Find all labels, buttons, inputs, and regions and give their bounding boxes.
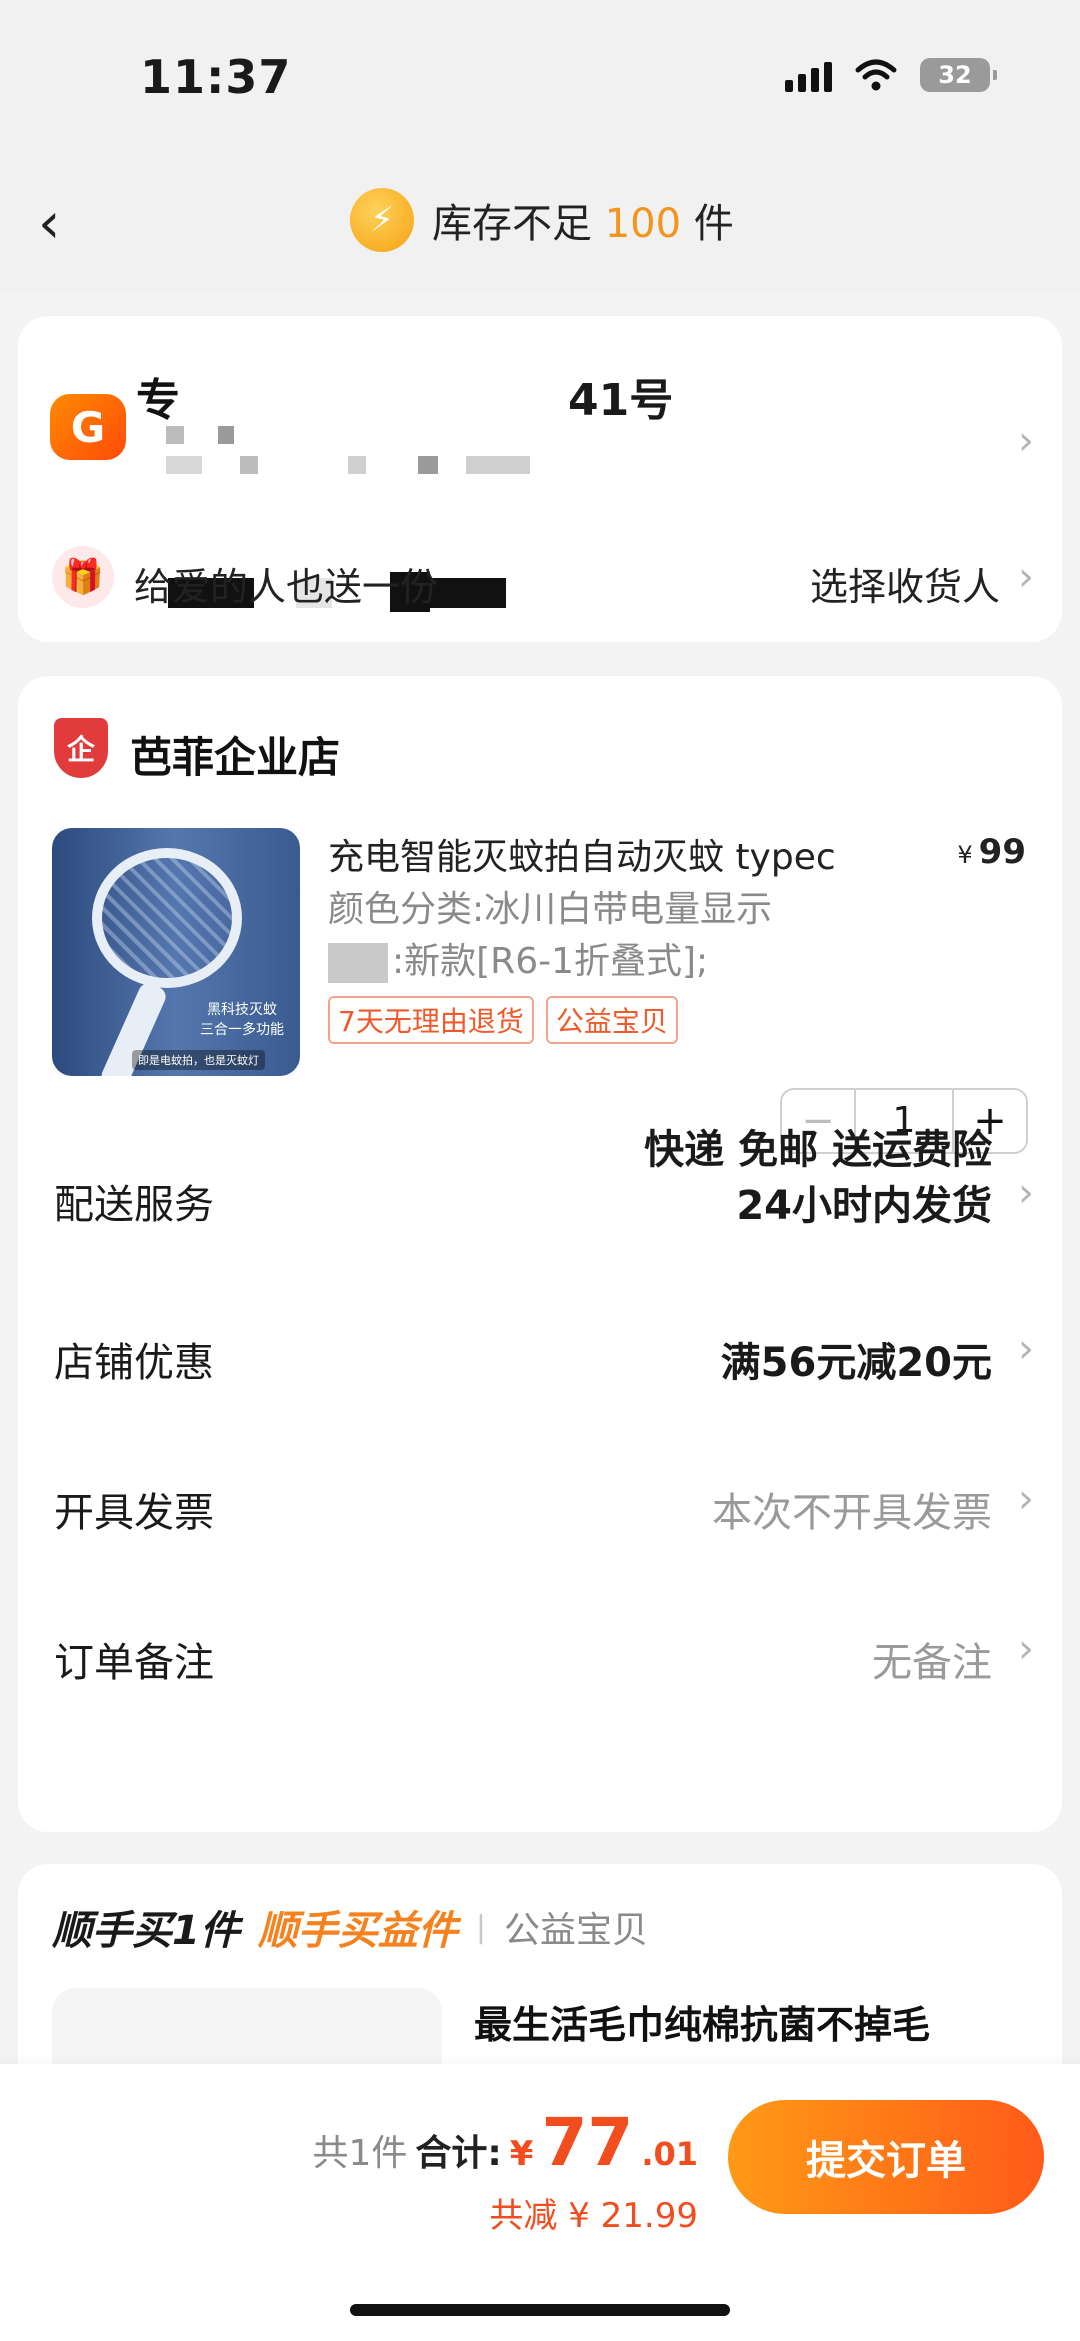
chevron-right-icon: ›	[1018, 1476, 1034, 1522]
checkout-bar: 共1件 合计: ¥ 77 .01 共减 ¥ 21.99 提交订单	[0, 2064, 1080, 2341]
stock-warning: ⚡ 库存不足 100 件	[350, 188, 734, 252]
product-image[interactable]: 黑科技灭蚊 三合一多功能 即是电蚊拍，也是灭蚊灯	[52, 828, 300, 1076]
product-spec[interactable]: 颜色分类:冰川白带电量显示 :新款[R6-1折叠式];	[328, 884, 788, 988]
address-line: 专	[136, 375, 180, 426]
bell-icon: ⚡	[350, 188, 414, 252]
total-label: 合计:	[415, 2133, 502, 2174]
coupon-value[interactable]: 满56元减20元	[721, 1330, 992, 1388]
gift-icon: 🎁	[52, 546, 114, 608]
addon-item-title[interactable]: 最生活毛巾纯棉抗菌不掉毛	[474, 1994, 930, 2049]
battery-icon: 32	[920, 58, 997, 92]
address-card[interactable]: G 专 41号 › 🎁 给爱的人也送一份 选择收货人 ›	[18, 316, 1062, 642]
image-caption: 黑科技灭蚊 三合一多功能	[200, 1002, 284, 1038]
invoice-label: 开具发票	[54, 1490, 214, 1536]
submit-order-button[interactable]: 提交订单	[728, 2100, 1044, 2214]
chevron-right-icon: ›	[1018, 1170, 1034, 1216]
product-tags: 7天无理由退货 公益宝贝	[328, 996, 678, 1044]
top-nav: ‹ ⚡ 库存不足 100 件	[0, 160, 1080, 290]
order-card: 企 芭菲企业店 黑科技灭蚊 三合一多功能 即是电蚊拍，也是灭蚊灯 充电智能灭蚊拍…	[18, 676, 1062, 1832]
addon-header: 顺手买1件 顺手买益件 | 公益宝贝	[52, 1908, 648, 1954]
note-label: 订单备注	[54, 1640, 214, 1686]
redaction	[418, 456, 438, 474]
redaction	[166, 456, 202, 474]
redaction	[430, 578, 506, 608]
shop-name[interactable]: 芭菲企业店	[130, 724, 340, 785]
cellular-signal-icon	[785, 58, 832, 92]
select-recipient-link[interactable]: 选择收货人	[810, 556, 1000, 611]
spec-line-2: :新款[R6-1折叠式];	[328, 936, 788, 988]
redaction	[240, 456, 258, 474]
spec-line-1: 颜色分类:冰川白带电量显示	[328, 889, 773, 930]
currency-symbol: ¥	[509, 2134, 534, 2174]
stock-count: 100	[604, 201, 682, 247]
product-title[interactable]: 充电智能灭蚊拍自动灭蚊 typec	[328, 828, 888, 880]
invoice-value[interactable]: 本次不开具发票	[712, 1480, 992, 1538]
note-value[interactable]: 无备注	[872, 1630, 992, 1688]
status-time: 11:37	[140, 50, 292, 104]
discount-text[interactable]: 共减 ¥ 21.99	[489, 2188, 698, 2237]
total-amount-decimal: .01	[641, 2135, 698, 2173]
redaction	[328, 943, 388, 983]
item-count: 共1件	[312, 2133, 408, 2174]
home-indicator	[350, 2304, 730, 2316]
redaction	[466, 456, 530, 474]
chevron-right-icon: ›	[1018, 1626, 1034, 1672]
redaction	[166, 426, 184, 444]
chevron-right-icon: ›	[1018, 418, 1034, 464]
delivery-label: 配送服务	[54, 1182, 214, 1228]
redaction	[218, 426, 234, 444]
chevron-right-icon: ›	[1018, 1326, 1034, 1372]
total-amount: 77	[541, 2104, 634, 2181]
image-note: 即是电蚊拍，也是灭蚊灯	[132, 1050, 265, 1070]
address-line-end: 41号	[568, 375, 674, 426]
shop-badge-icon: 企	[54, 718, 108, 778]
tag-return-policy: 7天无理由退货	[328, 996, 534, 1044]
tag-charity: 公益宝贝	[545, 996, 678, 1044]
total-line: 共1件 合计: ¥ 77 .01	[312, 2104, 698, 2181]
delivery-value[interactable]: 快递 免邮 送运费险 24小时内发货	[644, 1122, 992, 1234]
redaction	[348, 456, 366, 474]
racket-illustration	[92, 848, 242, 988]
coupon-label: 店铺优惠	[54, 1340, 214, 1386]
chevron-right-icon: ›	[1018, 554, 1034, 600]
page-title: 库存不足 100 件	[432, 201, 734, 247]
back-icon[interactable]: ‹	[38, 194, 88, 254]
wifi-icon	[855, 59, 897, 91]
product-price: ¥99	[957, 832, 1026, 872]
status-icons: 32	[785, 58, 997, 92]
gift-text: 给爱的人也送一份	[134, 565, 439, 609]
address-logo-icon: G	[50, 394, 126, 460]
status-bar: 11:37 32	[0, 0, 1080, 160]
